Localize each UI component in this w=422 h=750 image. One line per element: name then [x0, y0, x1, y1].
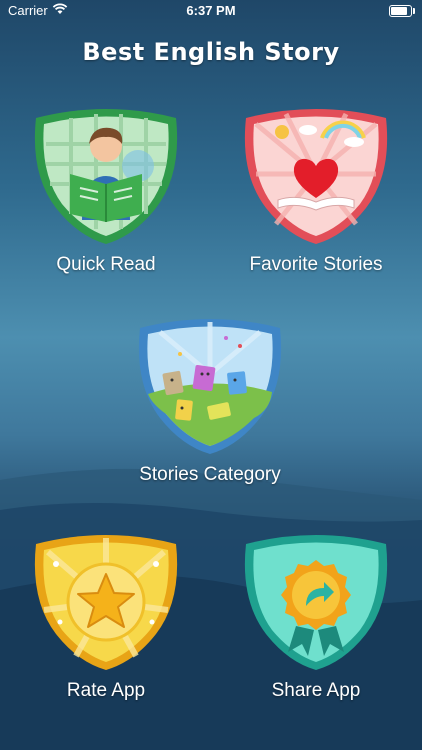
star-badge-icon [34, 535, 178, 670]
quick-read-label: Quick Read [56, 254, 156, 275]
quick-read-button[interactable]: Quick Read [22, 104, 190, 276]
favorite-stories-label: Favorite Stories [249, 254, 383, 275]
reading-boy-badge-icon [34, 109, 178, 244]
rate-app-button[interactable]: Rate App [22, 530, 190, 702]
battery-icon [389, 5, 415, 17]
stories-category-button[interactable]: Stories Category [120, 314, 300, 486]
clock: 6:37 PM [186, 3, 236, 18]
status-bar: Carrier 6:37 PM [0, 0, 422, 22]
rate-app-label: Rate App [66, 680, 146, 701]
share-badge-icon [244, 535, 388, 670]
battery-fill [391, 7, 407, 15]
share-app-button[interactable]: Share App [232, 530, 400, 702]
stories-category-label: Stories Category [139, 464, 281, 485]
app-title: Best English Story [82, 38, 340, 66]
dancing-books-badge-icon [138, 319, 282, 454]
share-app-label: Share App [271, 680, 361, 701]
heart-book-badge-icon [244, 109, 388, 244]
favorite-stories-button[interactable]: Favorite Stories [226, 104, 406, 276]
